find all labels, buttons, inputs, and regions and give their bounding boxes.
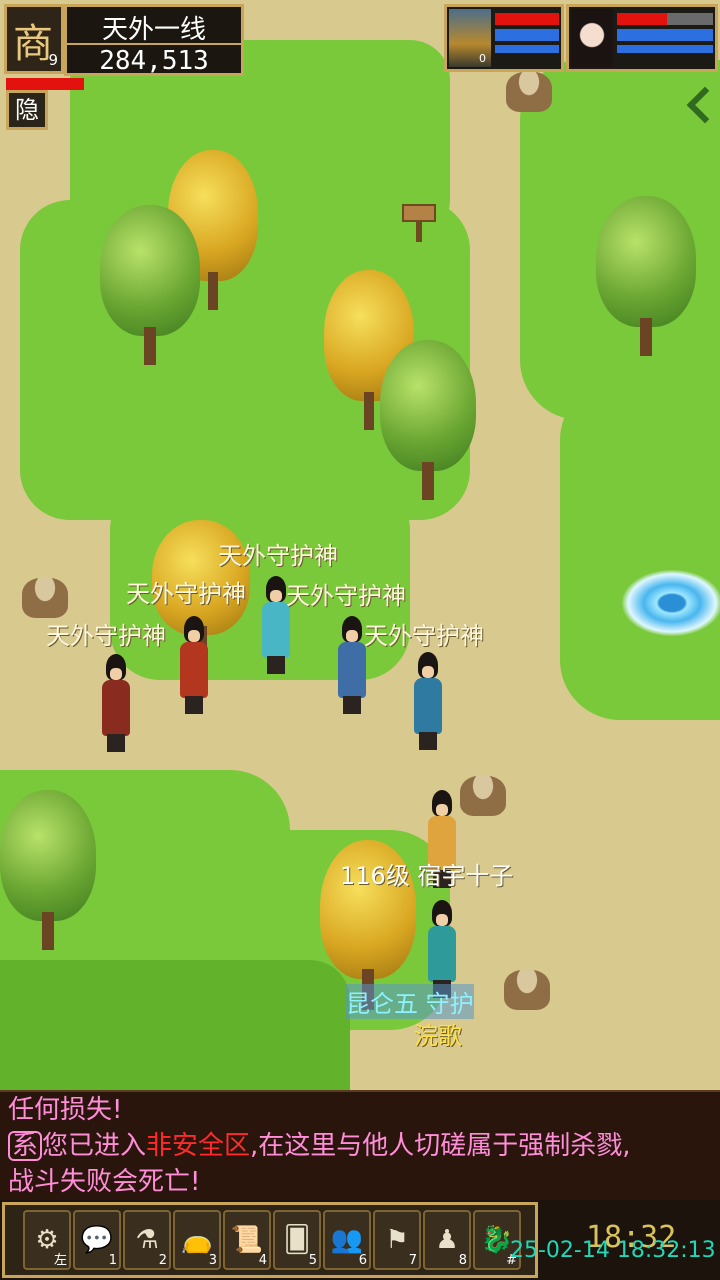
hotkey-label: 7 <box>408 1253 417 1268</box>
flag-icon: ⚑ <box>385 1225 409 1255</box>
skill-slot[interactable]: ♟ 8 <box>423 1210 471 1270</box>
player-hp-bar <box>6 78 84 90</box>
green-tree <box>380 340 476 500</box>
skill-slot[interactable]: 💬 1 <box>73 1210 121 1270</box>
guardian-name-label: 天外守护神 <box>364 622 484 650</box>
screenshot-timestamp: 25-02-14 18:32:13 <box>510 1238 716 1263</box>
signpost[interactable] <box>402 200 436 242</box>
bottom-bar: ⚙ 左 💬 1 ⚗ 2 👝 3 📜 4 🂠 5 👥 6 ⚑ 7 ♟ 8 🐉 # 18:32 25-02-14 18:3… <box>0 1200 720 1280</box>
potion-icon: ⚗ <box>135 1225 159 1255</box>
player-level: 9 <box>48 51 58 69</box>
location-name: 天外一线 <box>101 15 206 45</box>
location-panel[interactable]: 天外一线 284,513 <box>64 4 244 76</box>
pet-mp-bar <box>495 29 559 41</box>
hotkey-label: 8 <box>458 1253 467 1268</box>
hide-ui-button[interactable]: 隐 <box>6 90 48 130</box>
guardian-name-label: 天外守护神 <box>218 542 338 570</box>
green-tree <box>100 205 200 365</box>
pet-exp-bar <box>495 45 559 53</box>
grass-area <box>560 380 720 720</box>
group-icon: ♟ <box>435 1225 459 1255</box>
player-portrait[interactable]: 商 9 <box>4 4 64 74</box>
location-coords: 284,513 <box>67 43 241 76</box>
hotkey-label: 6 <box>358 1253 367 1268</box>
pet-hp-bar <box>495 13 559 25</box>
game-world[interactable]: 天外守护神 天外守护神 天外守护神 天外守护神 天外守护神 116级 宿宇十子 … <box>0 0 720 1090</box>
team-icon: 👥 <box>330 1225 364 1255</box>
skill-bar: ⚙ 左 💬 1 ⚗ 2 👝 3 📜 4 🂠 5 👥 6 ⚑ 7 ♟ 8 🐉 # <box>2 1202 538 1278</box>
teleport-portal[interactable] <box>622 570 720 636</box>
skill-slot[interactable]: 👥 6 <box>323 1210 371 1270</box>
chat-text: ,在这里与他人切磋属于强制杀戮, <box>250 1131 631 1161</box>
skill-slot[interactable]: ⚙ 左 <box>23 1210 71 1270</box>
guardian-npc[interactable] <box>176 616 212 716</box>
player-title-label: 116级 宿宇十子 <box>340 862 514 890</box>
hotkey-label: 2 <box>158 1253 167 1268</box>
companion-hp-empty <box>667 13 713 25</box>
tree-stump <box>460 776 506 816</box>
system-tag: 系 <box>8 1131 43 1161</box>
companion-mp-bar <box>617 29 713 41</box>
chat-line: 战斗失败会死亡! <box>8 1167 201 1197</box>
player-name-label: 浣歌 <box>414 1022 462 1050</box>
guardian-npc[interactable] <box>410 652 446 752</box>
tree-stump <box>504 970 550 1010</box>
guardian-name-label: 天外守护神 <box>46 622 166 650</box>
mount-icon: 🐉 <box>480 1225 514 1255</box>
pet-level: 0 <box>479 52 486 65</box>
chat-text: 您已进入 <box>42 1131 147 1161</box>
card-icon: 🂠 <box>283 1225 311 1255</box>
skill-slot[interactable]: ⚗ 2 <box>123 1210 171 1270</box>
skill-slot[interactable]: 🂠 5 <box>273 1210 321 1270</box>
tree-stump <box>506 72 552 112</box>
scroll-icon: 📜 <box>230 1225 264 1255</box>
skill-slot[interactable]: 👝 3 <box>173 1210 221 1270</box>
pet-status-frame[interactable]: 0 <box>444 4 564 72</box>
player-guild-label: 昆仑五 守护 <box>346 984 474 1019</box>
skill-slot[interactable]: ⚑ 7 <box>373 1210 421 1270</box>
companion-hp-bar <box>617 13 667 25</box>
grass-area <box>0 960 350 1090</box>
guardian-npc[interactable] <box>98 654 134 754</box>
chat-bubble-icon: 💬 <box>80 1225 114 1255</box>
chat-warning-text: 非安全区 <box>146 1131 251 1161</box>
hotkey-label: 5 <box>308 1253 317 1268</box>
tree-stump <box>22 578 68 618</box>
chat-line: 系您已进入非安全区,在这里与他人切磋属于强制杀戮, <box>8 1128 712 1164</box>
guardian-name-label: 天外守护神 <box>126 580 246 608</box>
system-chat-panel[interactable]: 任何损失! 系您已进入非安全区,在这里与他人切磋属于强制杀戮, 战斗失败会死亡! <box>0 1090 720 1200</box>
hotkey-label: 左 <box>53 1253 67 1268</box>
hotkey-label: 3 <box>208 1253 217 1268</box>
guardian-name-label: 天外守护神 <box>286 582 406 610</box>
chat-line: 任何损失! <box>8 1095 123 1125</box>
hotkey-label: 1 <box>108 1253 117 1268</box>
skill-slot[interactable]: 📜 4 <box>223 1210 271 1270</box>
companion-exp-bar <box>617 45 713 53</box>
player-class-glyph: 商 <box>13 21 53 67</box>
hotkey-label: 4 <box>258 1253 267 1268</box>
companion-status-frame[interactable] <box>566 4 718 72</box>
companion-portrait <box>571 9 613 67</box>
green-tree <box>0 790 96 950</box>
bag-icon: 👝 <box>180 1225 214 1255</box>
green-tree <box>596 196 696 356</box>
